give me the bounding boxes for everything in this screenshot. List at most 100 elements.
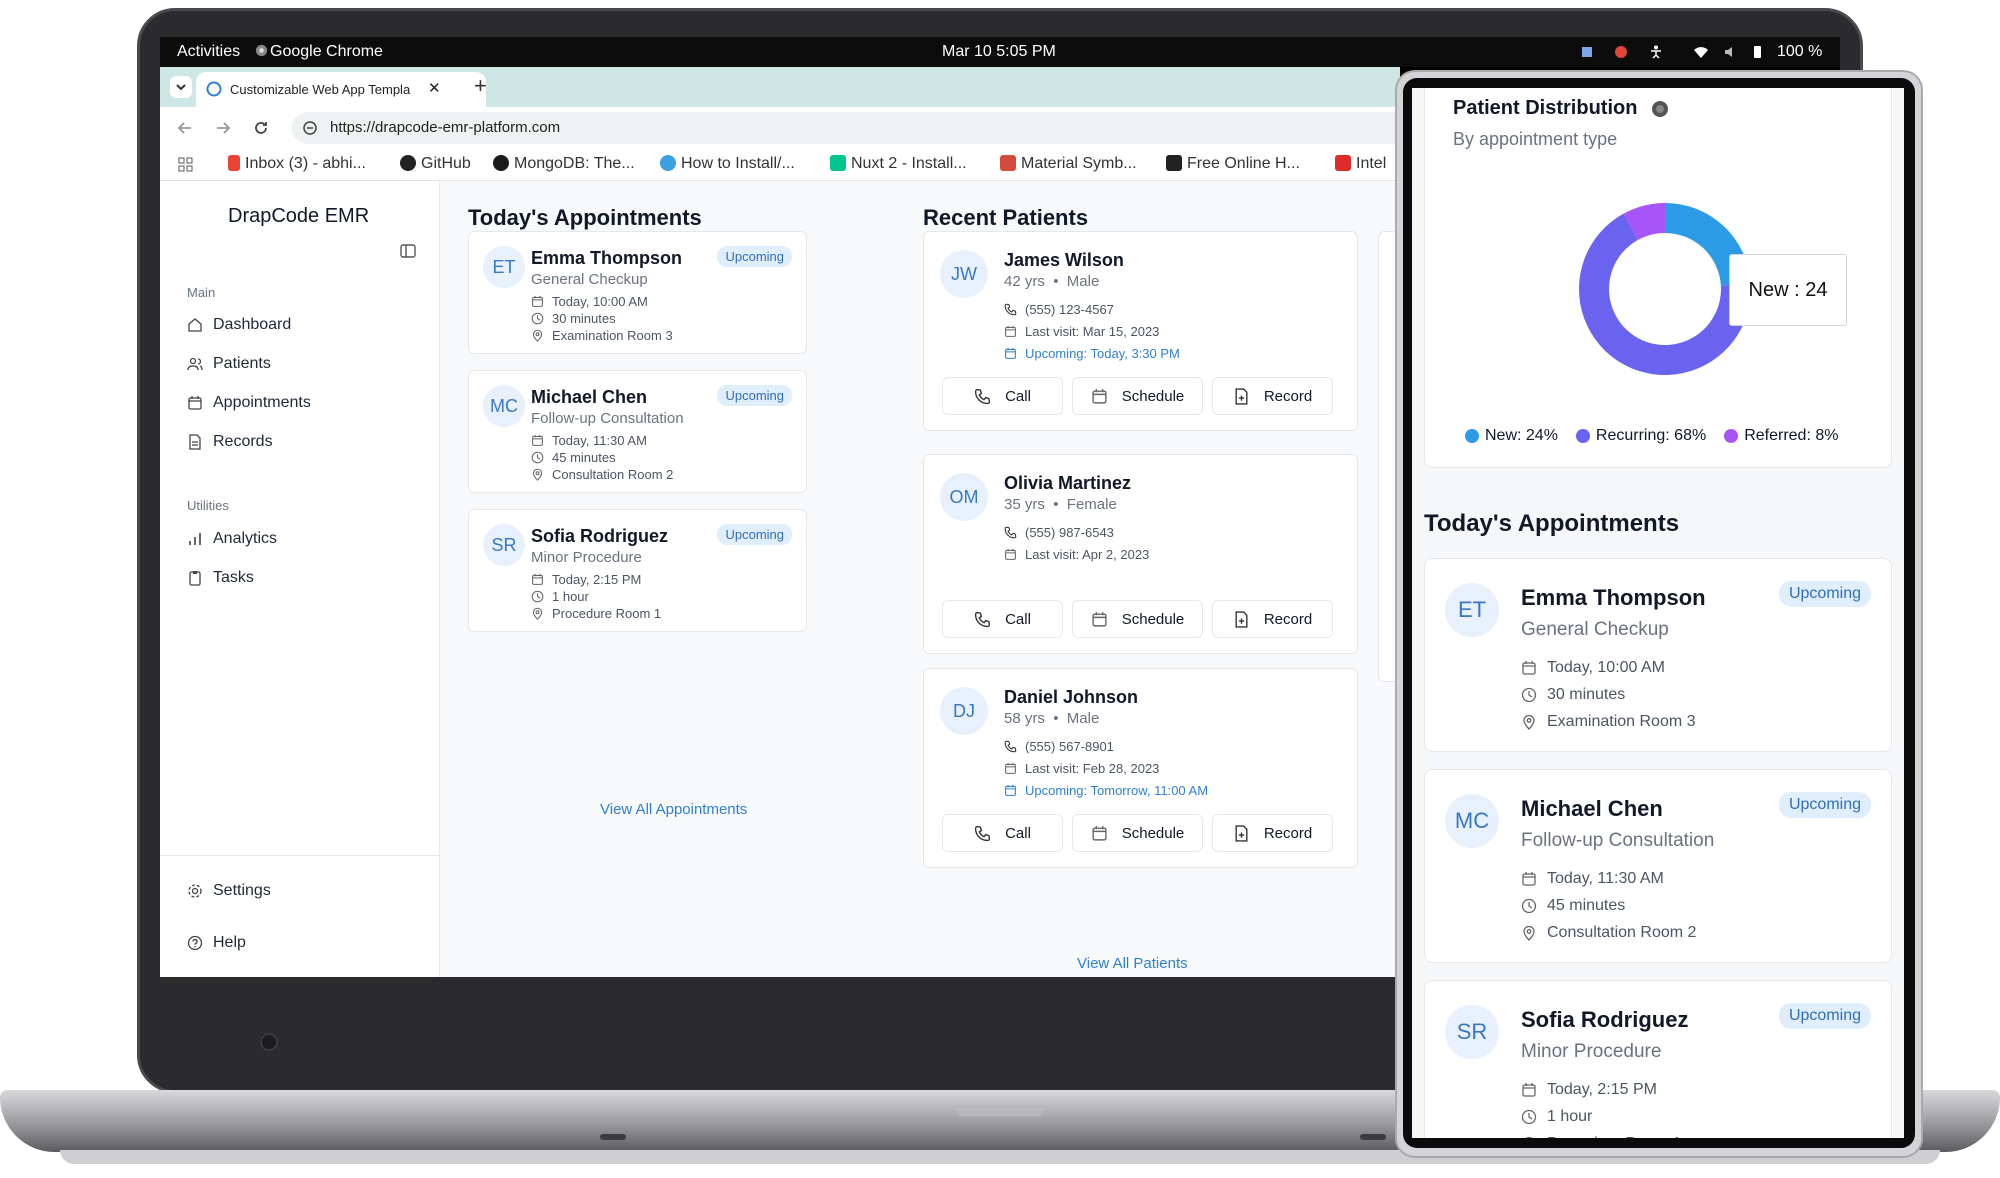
appointment-card[interactable]: ET Emma Thompson General Checkup Upcomin…	[468, 231, 807, 354]
tray-icons[interactable]	[1580, 45, 1764, 64]
appointment-duration: 30 minutes	[531, 311, 616, 326]
mobile-appointment-card[interactable]: MC Michael Chen Follow-up Consultation U…	[1424, 769, 1892, 963]
status-badge: Upcoming	[717, 524, 792, 545]
appointment-type: General Checkup	[531, 271, 648, 288]
calendar-icon	[1005, 762, 1016, 774]
file-plus-icon	[1235, 387, 1248, 405]
sidebar-item-records[interactable]: Records	[187, 433, 273, 451]
schedule-button[interactable]: Schedule	[1072, 814, 1203, 852]
section-label-main: Main	[187, 285, 216, 300]
patient-name: Sofia Rodriguez	[531, 526, 669, 546]
clock-icon	[1521, 898, 1537, 914]
calendar-icon	[1092, 611, 1107, 627]
appointment-room: Examination Room 3	[1521, 713, 1696, 731]
sidebar-item-dashboard[interactable]: Dashboard	[187, 316, 291, 334]
appointment-time: Today, 10:00 AM	[531, 294, 648, 309]
chrome-app-indicator[interactable]: Google Chrome	[255, 43, 383, 61]
legend-entry: Recurring: 68%	[1575, 427, 1706, 445]
reload-icon[interactable]	[252, 119, 270, 137]
appointment-card[interactable]: MC Michael Chen Follow-up Consultation U…	[468, 370, 807, 493]
avatar: SR	[1445, 1005, 1499, 1059]
gear-icon	[188, 884, 202, 898]
status-badge: Upcoming	[1778, 581, 1871, 607]
patient-card[interactable]: OM Olivia Martinez 35 yrs • Female (555)…	[923, 454, 1358, 654]
map-pin-icon	[1523, 925, 1535, 941]
github-icon	[400, 155, 416, 171]
schedule-button[interactable]: Schedule	[1072, 377, 1203, 415]
chart-subtitle: By appointment type	[1453, 129, 1618, 149]
sidebar-item-appointments[interactable]: Appointments	[187, 394, 311, 412]
sidebar-item-analytics[interactable]: Analytics	[187, 530, 277, 548]
address-bar[interactable]: https://drapcode-emr-platform.com	[292, 112, 1400, 144]
bookmark-mongodb[interactable]: MongoDB: The...	[493, 155, 635, 173]
call-button[interactable]: Call	[942, 814, 1063, 852]
patient-card[interactable]: DJ Daniel Johnson 58 yrs • Male (555) 56…	[923, 668, 1358, 868]
record-button[interactable]: Record	[1212, 600, 1333, 638]
patient-card[interactable]: JW James Wilson 42 yrs • Male (555) 123-…	[923, 231, 1358, 431]
calendar-icon	[1522, 661, 1536, 675]
forward-arrow-icon[interactable]	[214, 119, 232, 137]
mobile-appointment-card[interactable]: ET Emma Thompson General Checkup Upcomin…	[1424, 558, 1892, 752]
bookmark-how-to-install[interactable]: How to Install/...	[660, 155, 795, 173]
sidebar-toggle-icon[interactable]	[400, 243, 416, 259]
sidebar-item-help[interactable]: Help	[187, 934, 246, 952]
tab-strip: Customizable Web App Templa ✕ +	[160, 67, 1400, 107]
battery-level: 100 %	[1777, 43, 1823, 60]
sidebar-item-settings[interactable]: Settings	[187, 882, 271, 900]
activities-button[interactable]: Activities	[177, 43, 240, 61]
phone-icon	[974, 611, 991, 627]
section-label-utilities: Utilities	[187, 498, 229, 513]
url-text[interactable]: https://drapcode-emr-platform.com	[330, 119, 560, 136]
sidebar-item-tasks[interactable]: Tasks	[187, 569, 254, 587]
patient-last-visit: Last visit: Mar 15, 2023	[1004, 324, 1159, 339]
legend-swatch	[1724, 429, 1739, 443]
view-all-appointments-link[interactable]: View All Appointments	[600, 801, 747, 818]
appointment-type: Follow-up Consultation	[1521, 830, 1715, 851]
patient-phone: (555) 123-4567	[1004, 302, 1114, 317]
appointments-title: Today's Appointments	[468, 205, 702, 230]
tab-search-button[interactable]	[170, 76, 192, 98]
bookmark-nuxt[interactable]: Nuxt 2 - Install...	[830, 155, 967, 173]
site-info-icon[interactable]	[302, 120, 318, 136]
info-dot-icon[interactable]	[1650, 99, 1670, 119]
chart-tooltip: New : 24	[1729, 254, 1847, 326]
record-button[interactable]: Record	[1212, 814, 1333, 852]
record-button[interactable]: Record	[1212, 377, 1333, 415]
bookmark-intel[interactable]: Intel	[1335, 155, 1386, 173]
apps-grid-icon[interactable]	[178, 157, 193, 172]
bookmark-free-online[interactable]: Free Online H...	[1166, 155, 1300, 173]
call-button[interactable]: Call	[942, 600, 1063, 638]
bookmark-github[interactable]: GitHub	[400, 155, 471, 173]
patient-demographics: 35 yrs • Female	[1004, 496, 1117, 513]
sidebar-item-patients[interactable]: Patients	[187, 355, 271, 373]
call-button[interactable]: Call	[942, 377, 1063, 415]
sidebar: DrapCode EMR Main Dashboard Patients App…	[160, 181, 440, 977]
patient-phone: (555) 567-8901	[1004, 739, 1114, 754]
help-circle-icon	[187, 935, 203, 951]
bar-chart-icon	[189, 533, 201, 545]
schedule-button[interactable]: Schedule	[1072, 600, 1203, 638]
map-pin-icon	[532, 468, 543, 481]
bookmark-material-symbols[interactable]: Material Symb...	[1000, 155, 1137, 173]
file-plus-icon	[1235, 610, 1248, 628]
appointment-duration: 1 hour	[1521, 1108, 1592, 1126]
view-all-patients-link[interactable]: View All Patients	[1077, 955, 1188, 972]
calendar-icon	[188, 396, 202, 410]
appointment-time: Today, 2:15 PM	[1521, 1081, 1657, 1099]
tab-close-button[interactable]: ✕	[428, 79, 441, 97]
appointment-time: Today, 10:00 AM	[1521, 659, 1665, 677]
new-tab-button[interactable]: +	[474, 73, 487, 99]
calendar-icon	[1092, 388, 1107, 404]
browser-tab[interactable]: Customizable Web App Templa ✕	[196, 72, 486, 107]
appointment-card[interactable]: SR Sofia Rodriguez Minor Procedure Upcom…	[468, 509, 807, 632]
mobile-appointment-card[interactable]: SR Sofia Rodriguez Minor Procedure Upcom…	[1424, 980, 1892, 1138]
emr-app: DrapCode EMR Main Dashboard Patients App…	[160, 181, 1400, 977]
patient-name: Emma Thompson	[1521, 585, 1706, 610]
appointment-type: General Checkup	[1521, 619, 1669, 640]
back-arrow-icon[interactable]	[176, 119, 194, 137]
brand-name: DrapCode EMR	[228, 205, 370, 227]
chart-legend: New: 24% Recurring: 68% Referred: 8%	[1465, 427, 1885, 445]
clock[interactable]: Mar 10 5:05 PM	[942, 43, 1056, 61]
bookmark-gmail[interactable]: Inbox (3) - abhi...	[228, 155, 366, 173]
appointment-room: Procedure Room 1	[1521, 1135, 1681, 1138]
